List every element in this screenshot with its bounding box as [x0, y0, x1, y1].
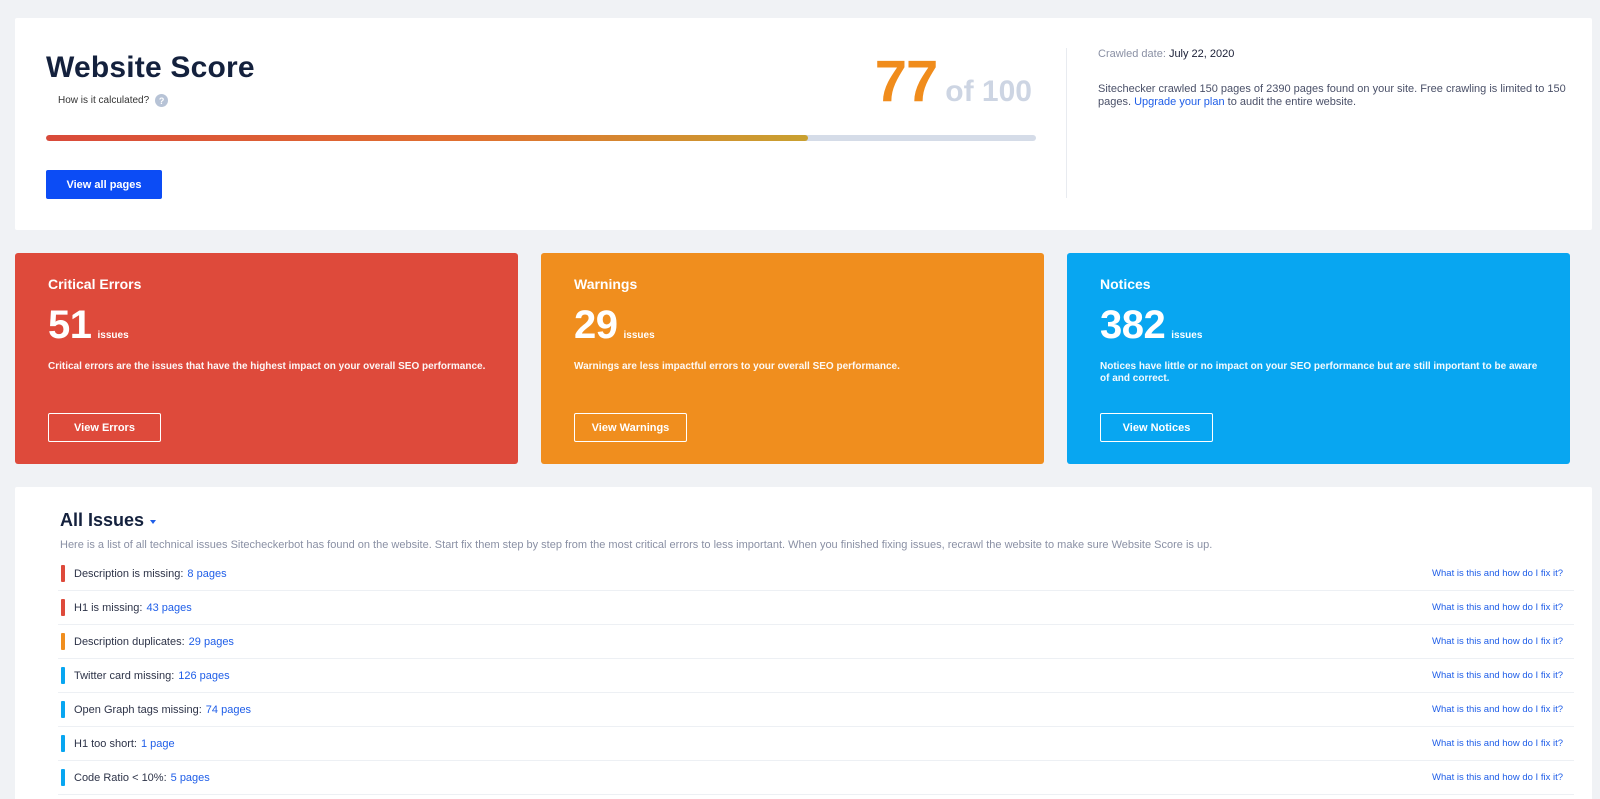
issue-label: Description duplicates: — [74, 635, 185, 648]
crawled-date: Crawled date: July 22, 2020 — [1098, 48, 1568, 61]
notices-title: Notices — [1100, 276, 1151, 292]
view-notices-button[interactable]: View Notices — [1100, 413, 1213, 442]
all-issues-dropdown[interactable]: All Issues — [60, 510, 157, 531]
issue-row: Description is missing: 8 pages What is … — [58, 557, 1574, 591]
issue-help-link[interactable]: What is this and how do I fix it? — [1432, 670, 1563, 681]
severity-marker — [61, 701, 65, 718]
issue-help-link[interactable]: What is this and how do I fix it? — [1432, 602, 1563, 613]
view-warnings-button[interactable]: View Warnings — [574, 413, 687, 442]
issues-word: issues — [1171, 330, 1203, 341]
issue-help-link[interactable]: What is this and how do I fix it? — [1432, 704, 1563, 715]
issue-label: Description is missing: — [74, 567, 184, 580]
issue-pages-link[interactable]: 1 page — [141, 738, 175, 750]
issue-row: Open Graph tags missing: 74 pages What i… — [58, 693, 1574, 727]
issue-help-link[interactable]: What is this and how do I fix it? — [1432, 636, 1563, 647]
all-issues-card: All Issues Here is a list of all technic… — [15, 487, 1592, 799]
issue-help-link[interactable]: What is this and how do I fix it? — [1432, 738, 1563, 749]
severity-marker — [61, 735, 65, 752]
issues-word: issues — [97, 330, 129, 341]
issue-label: Open Graph tags missing: — [74, 703, 202, 716]
warnings-title: Warnings — [574, 276, 638, 292]
warnings-count-row: 29 issues — [574, 303, 655, 348]
critical-errors-card: Critical Errors 51 issues Critical error… — [15, 253, 518, 464]
notices-count-row: 382 issues — [1100, 303, 1202, 348]
notices-count: 382 — [1100, 303, 1166, 347]
notices-description: Notices have little or no impact on your… — [1100, 361, 1538, 384]
issue-list: Description is missing: 8 pages What is … — [58, 557, 1574, 795]
critical-errors-title: Critical Errors — [48, 276, 142, 292]
how-calculated-link[interactable]: How is it calculated? ? — [58, 94, 169, 107]
severity-marker — [61, 633, 65, 650]
score-progress-bar — [46, 135, 1036, 141]
warnings-description: Warnings are less impactful errors to yo… — [574, 361, 900, 372]
severity-marker — [61, 667, 65, 684]
issue-row: H1 is missing: 43 pages What is this and… — [58, 591, 1574, 625]
issue-row: H1 too short: 1 page What is this and ho… — [58, 727, 1574, 761]
caret-down-icon — [150, 519, 157, 524]
upgrade-plan-link[interactable]: Upgrade your plan — [1134, 96, 1225, 108]
issue-row: Description duplicates: 29 pages What is… — [58, 625, 1574, 659]
crawl-description-suffix: to audit the entire website. — [1227, 96, 1357, 108]
website-score-title: Website Score — [46, 51, 255, 84]
warnings-card: Warnings 29 issues Warnings are less imp… — [541, 253, 1044, 464]
critical-errors-count-row: 51 issues — [48, 303, 129, 348]
issue-pages-link[interactable]: 43 pages — [146, 602, 191, 614]
score-display: 77 of 100 — [875, 48, 1032, 115]
issue-label: H1 is missing: — [74, 601, 143, 614]
critical-errors-description: Critical errors are the issues that have… — [48, 361, 486, 372]
critical-errors-count: 51 — [48, 303, 92, 347]
crawled-date-label: Crawled date: — [1098, 48, 1166, 60]
issue-help-link[interactable]: What is this and how do I fix it? — [1432, 772, 1563, 783]
view-all-pages-button[interactable]: View all pages — [46, 170, 162, 199]
help-icon[interactable]: ? — [155, 94, 169, 107]
score-max: of 100 — [945, 75, 1032, 108]
severity-marker — [61, 565, 65, 582]
all-issues-title: All Issues — [60, 510, 145, 530]
issue-pages-link[interactable]: 74 pages — [206, 704, 251, 716]
issues-word: issues — [623, 330, 655, 341]
severity-marker — [61, 599, 65, 616]
severity-marker — [61, 769, 65, 786]
issue-row: Code Ratio < 10%: 5 pages What is this a… — [58, 761, 1574, 795]
issue-pages-link[interactable]: 8 pages — [187, 568, 226, 580]
notices-card: Notices 382 issues Notices have little o… — [1067, 253, 1570, 464]
crawl-info: Crawled date: July 22, 2020 Sitechecker … — [1098, 48, 1568, 109]
view-errors-button[interactable]: View Errors — [48, 413, 161, 442]
how-calculated-label: How is it calculated? — [58, 95, 150, 106]
issue-pages-link[interactable]: 5 pages — [171, 772, 210, 784]
issue-row: Twitter card missing: 126 pages What is … — [58, 659, 1574, 693]
crawl-description: Sitechecker crawled 150 pages of 2390 pa… — [1098, 83, 1568, 109]
crawled-date-value: July 22, 2020 — [1168, 48, 1235, 60]
score-progress-fill — [46, 135, 809, 141]
issue-help-link[interactable]: What is this and how do I fix it? — [1432, 568, 1563, 579]
issue-label: Code Ratio < 10%: — [74, 771, 167, 784]
divider — [1066, 48, 1067, 198]
issue-label: Twitter card missing: — [74, 669, 175, 682]
all-issues-description: Here is a list of all technical issues S… — [60, 539, 1213, 551]
issue-pages-link[interactable]: 126 pages — [178, 670, 229, 682]
issue-pages-link[interactable]: 29 pages — [189, 636, 234, 648]
website-score-card: Website Score How is it calculated? ? 77… — [15, 18, 1592, 230]
score-value: 77 — [874, 49, 939, 114]
issue-label: H1 too short: — [74, 737, 137, 750]
warnings-count: 29 — [574, 303, 618, 347]
